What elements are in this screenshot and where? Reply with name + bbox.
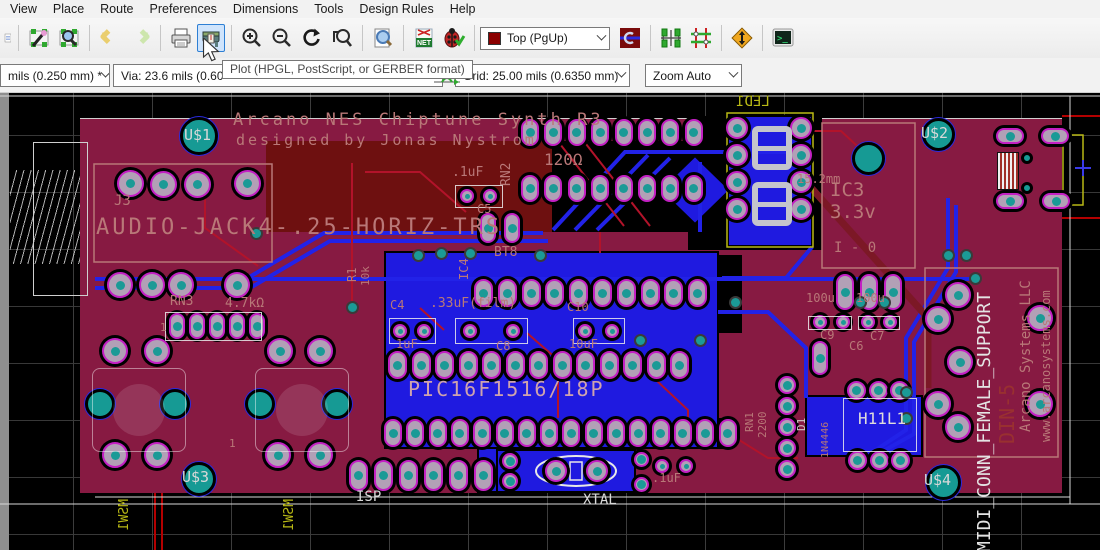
menu-item-place[interactable]: Place xyxy=(45,0,92,18)
zoom-value: Zoom Auto xyxy=(653,69,711,83)
connector-hatch xyxy=(10,170,80,264)
board-find-button[interactable] xyxy=(55,24,83,52)
toolbar-separator xyxy=(362,25,363,51)
via-value: Via: 23.6 mils (0.60 xyxy=(121,69,224,83)
menu-bar: ViewPlaceRoutePreferencesDimensionsTools… xyxy=(0,0,1100,18)
canvas-left-margin xyxy=(0,93,9,550)
toolbar-separator xyxy=(403,25,404,51)
terminal-button[interactable]: >_ xyxy=(769,24,797,52)
menu-item-tools[interactable]: Tools xyxy=(306,0,351,18)
menu-item-help[interactable]: Help xyxy=(442,0,484,18)
menu-item-route[interactable]: Route xyxy=(92,0,141,18)
chevron-down-icon xyxy=(729,68,739,78)
toolbar-separator xyxy=(89,25,90,51)
layer-color-swatch xyxy=(488,32,501,45)
menu-item-preferences[interactable]: Preferences xyxy=(142,0,225,18)
grid-dropdown[interactable]: Grid: 25.00 mils (0.6350 mm) xyxy=(455,64,630,87)
svg-text:>_: >_ xyxy=(777,34,788,44)
layer-color-button[interactable] xyxy=(616,24,644,52)
toolbar-separator xyxy=(721,25,722,51)
toolbar-separator xyxy=(160,25,161,51)
pads-spread-button[interactable] xyxy=(657,24,685,52)
redraw-button[interactable] xyxy=(298,24,326,52)
redo-button[interactable] xyxy=(126,24,154,52)
board-edit-button[interactable] xyxy=(25,24,53,52)
sheet-partial-icon[interactable] xyxy=(0,24,12,52)
net-button[interactable]: NET xyxy=(410,24,438,52)
svg-text:NET: NET xyxy=(417,40,432,47)
pcb-editor-window: ViewPlaceRoutePreferencesDimensionsTools… xyxy=(0,0,1100,550)
undo-button[interactable] xyxy=(96,24,124,52)
zoom-select-button[interactable] xyxy=(328,24,356,52)
layer-selector-value: Top (PgUp) xyxy=(507,31,568,45)
zoom-out-button[interactable] xyxy=(268,24,296,52)
units-dropdown[interactable]: mils (0.250 mm) * xyxy=(0,64,110,87)
pcb-board xyxy=(80,118,1062,493)
toolbar-separator xyxy=(18,25,19,51)
route-diamond-button[interactable] xyxy=(728,24,756,52)
toolbar: NET Top (PgUp) >_ xyxy=(0,18,1100,58)
mouse-cursor-icon xyxy=(201,38,223,67)
units-value: mils (0.250 mm) * xyxy=(8,69,102,83)
toolbar-separator xyxy=(762,25,763,51)
menu-item-view[interactable]: View xyxy=(2,0,45,18)
zoom-dropdown[interactable]: Zoom Auto xyxy=(645,64,742,87)
toolbar-separator xyxy=(474,25,475,51)
zoom-in-button[interactable] xyxy=(238,24,266,52)
grid-value: Grid: 25.00 mils (0.6350 mm) xyxy=(463,69,618,83)
ratsnest-grid-button[interactable] xyxy=(687,24,715,52)
chevron-down-icon xyxy=(617,68,627,78)
layer-selector[interactable]: Top (PgUp) xyxy=(480,27,610,50)
print-button[interactable] xyxy=(167,24,195,52)
menu-item-design-rules[interactable]: Design Rules xyxy=(351,0,441,18)
toolbar-separator xyxy=(231,25,232,51)
menu-item-dimensions[interactable]: Dimensions xyxy=(225,0,306,18)
tooltip: Plot (HPGL, PostScript, or GERBER format… xyxy=(222,60,473,79)
drc-bug-button[interactable] xyxy=(440,24,468,52)
preview-button[interactable] xyxy=(369,24,397,52)
toolbar-separator xyxy=(650,25,651,51)
chevron-down-icon xyxy=(597,30,607,40)
